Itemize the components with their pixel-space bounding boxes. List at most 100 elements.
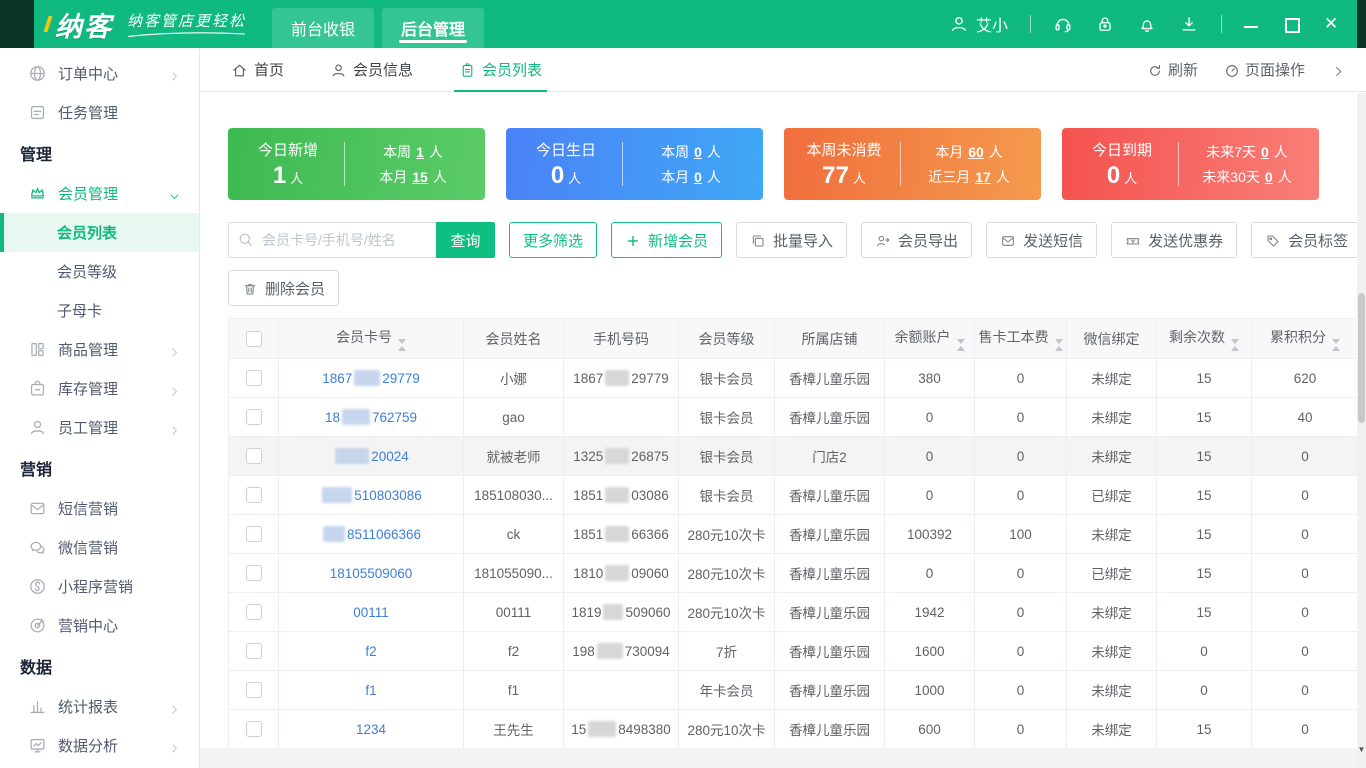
sidebar-item-wechat-marketing[interactable]: 微信营销 — [0, 528, 199, 567]
stat-sub-value[interactable]: 0 — [1265, 169, 1273, 185]
member-tag-button[interactable]: 会员标签 — [1251, 222, 1363, 258]
column-header-card[interactable]: 会员卡号 — [278, 318, 464, 359]
cell-fee: 0 — [974, 475, 1067, 515]
column-header-times[interactable]: 剩余次数 — [1156, 318, 1252, 359]
member-card-link[interactable]: f1 — [365, 683, 376, 698]
row-checkbox[interactable] — [245, 370, 262, 387]
sidebar-item-miniapp-marketing[interactable]: 小程序营销 — [0, 567, 199, 606]
member-card-link[interactable]: f2 — [365, 644, 376, 659]
table-row: 20024 就被老师 1325 26875 银卡会员 门店2 0 0 未绑定 15 0 — [228, 436, 1359, 476]
send-coupon-button[interactable]: 发送优惠券 — [1111, 222, 1238, 258]
export-icon — [877, 235, 890, 247]
vertical-scrollbar[interactable]: ▼ — [1357, 93, 1366, 768]
button-label: 更多筛选 — [523, 232, 584, 250]
stat-sub-value[interactable]: 1 — [416, 144, 424, 160]
sidebar-item-statistics-report[interactable]: 统计报表 — [0, 687, 199, 726]
tab-home[interactable]: 首页 — [226, 48, 289, 92]
stat-sub-value[interactable]: 0 — [1261, 144, 1269, 160]
member-card-link[interactable]: 20024 — [333, 448, 409, 464]
stat-sub-value[interactable]: 0 — [694, 144, 702, 160]
scrollbar-down-arrow[interactable]: ▼ — [1357, 745, 1366, 754]
sort-caret[interactable] — [956, 338, 965, 351]
column-header-points[interactable]: 累积积分 — [1251, 318, 1359, 359]
sidebar-item-member-level[interactable]: 会员等级 — [0, 252, 199, 291]
headset-button[interactable] — [1053, 14, 1073, 34]
cell-balance: 1942 — [884, 592, 975, 632]
sort-caret[interactable] — [1332, 338, 1340, 351]
stat-sub-value[interactable]: 0 — [694, 169, 702, 185]
row-checkbox[interactable] — [245, 565, 262, 582]
redacted-text — [588, 721, 617, 737]
sort-caret[interactable] — [1231, 338, 1239, 351]
chevron-right-icon[interactable] — [1331, 62, 1346, 77]
member-export-button[interactable]: 会员导出 — [861, 222, 973, 258]
cell-level: 280元10次卡 — [678, 592, 775, 632]
scrollbar-thumb[interactable] — [1358, 293, 1365, 423]
row-checkbox[interactable] — [245, 448, 262, 465]
sidebar-item-sms-marketing[interactable]: 短信营销 — [0, 489, 199, 528]
more-filters-button[interactable]: 更多筛选 — [509, 222, 598, 258]
maximize-button[interactable] — [1284, 17, 1300, 33]
row-checkbox[interactable] — [245, 643, 262, 660]
lock-button[interactable] — [1095, 14, 1115, 34]
sidebar-item-goods-manage[interactable]: 商品管理 — [0, 330, 199, 369]
send-sms-button[interactable]: 发送短信 — [986, 222, 1098, 258]
row-checkbox[interactable] — [245, 682, 262, 699]
delete-member-button[interactable]: 删除会员 — [228, 270, 340, 306]
topbar-tab-front-cashier[interactable]: 前台收银 — [272, 8, 375, 48]
cell-balance: 1000 — [884, 670, 975, 710]
row-checkbox[interactable] — [245, 409, 262, 426]
column-header-balance[interactable]: 余额账户 — [884, 318, 975, 359]
sidebar-item-marketing-center[interactable]: 营销中心 — [0, 606, 199, 645]
sidebar-item-task-manage[interactable]: 任务管理 — [0, 93, 199, 132]
sidebar-item-data-analysis[interactable]: 数据分析 — [0, 726, 199, 765]
batch-import-button[interactable]: 批量导入 — [736, 222, 848, 258]
sidebar-item-stock-manage[interactable]: 库存管理 — [0, 369, 199, 408]
select-all-checkbox[interactable] — [245, 331, 262, 348]
sidebar-item-staff-manage[interactable]: 员工管理 — [0, 408, 199, 447]
row-checkbox[interactable] — [245, 604, 262, 621]
stat-main: 本周未消费 77 人 — [796, 139, 892, 190]
add-member-button[interactable]: 新增会员 — [611, 222, 723, 258]
stat-sub-value[interactable]: 60 — [968, 144, 984, 160]
tab-member-info[interactable]: 会员信息 — [325, 48, 418, 92]
minimize-button[interactable] — [1244, 17, 1258, 31]
page-actions-button[interactable]: 页面操作 — [1224, 59, 1305, 80]
coupon-icon — [1126, 238, 1140, 245]
stat-sub-value[interactable]: 15 — [412, 169, 428, 185]
member-card-link[interactable]: 18105509060 — [330, 566, 413, 581]
cell-balance: 0 — [884, 436, 975, 476]
member-card-link[interactable]: 00111 — [353, 605, 389, 620]
member-card-link[interactable]: 18 762759 — [325, 409, 417, 425]
stat-sub-value[interactable]: 17 — [975, 169, 991, 185]
sort-caret[interactable] — [398, 338, 406, 351]
search-input[interactable] — [228, 222, 436, 258]
cell-card: 18105509060 — [278, 553, 464, 593]
sidebar-item-parent-child-card[interactable]: 子母卡 — [0, 291, 199, 330]
sidebar-item-order-center[interactable]: 订单中心 — [0, 54, 199, 93]
stat-divider — [344, 142, 345, 186]
topbar-tab-backend-manage[interactable]: 后台管理 — [382, 8, 485, 48]
refresh-button[interactable]: 刷新 — [1147, 59, 1198, 80]
bell-button[interactable] — [1137, 14, 1157, 34]
sort-caret[interactable] — [1054, 338, 1063, 351]
row-checkbox[interactable] — [245, 526, 262, 543]
tab-member-list[interactable]: 会员列表 — [454, 48, 548, 92]
member-card-link[interactable]: 510803086 — [320, 487, 422, 503]
column-header-fee[interactable]: 售卡工本费 — [974, 318, 1067, 359]
download-button[interactable] — [1179, 14, 1199, 34]
cell-name: 王先生 — [463, 709, 564, 749]
close-button[interactable]: ✕ — [1324, 15, 1338, 32]
search-button[interactable]: 查询 — [436, 222, 495, 258]
stat-sub-row: 本周 0 人 — [661, 143, 721, 160]
row-checkbox[interactable] — [245, 721, 262, 738]
member-card-link[interactable]: 8511066366 — [321, 526, 421, 542]
sidebar-item-member-manage[interactable]: 会员管理 — [0, 174, 199, 213]
member-card-link[interactable]: 1234 — [356, 722, 386, 737]
member-card-link[interactable]: 1867 29779 — [322, 370, 420, 386]
row-checkbox[interactable] — [245, 487, 262, 504]
sidebar-item-member-list[interactable]: 会员列表 — [0, 213, 199, 252]
user-menu[interactable]: 艾小 — [949, 12, 1008, 36]
button-label: 会员标签 — [1288, 232, 1349, 250]
table-row: 1234 王先生 15 8498380 280元10次卡 香樟儿童乐园 600 0 未绑定 15 0 — [228, 709, 1359, 749]
